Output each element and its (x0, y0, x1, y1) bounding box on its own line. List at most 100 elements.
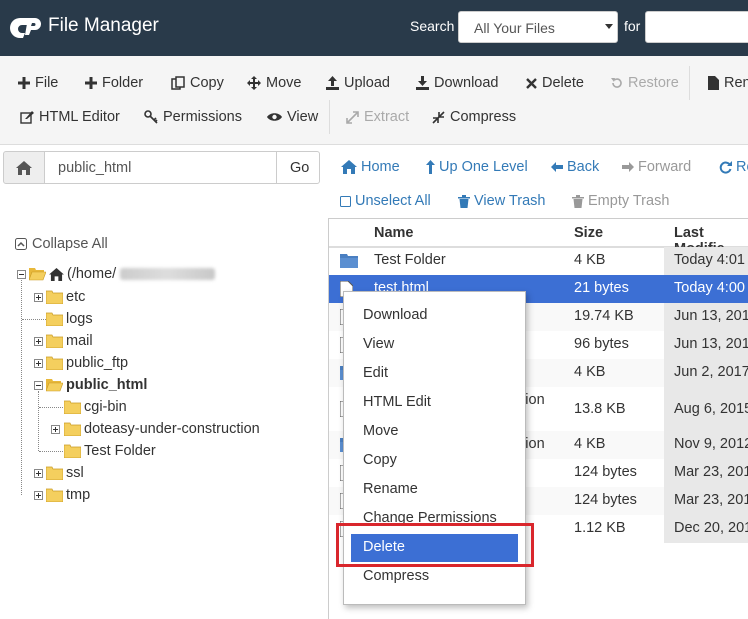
nav-reload-link[interactable]: Re (719, 159, 748, 175)
menu-item-view[interactable]: View (363, 336, 394, 352)
tree-node-public-ftp[interactable]: public_ftp (46, 355, 128, 371)
tree-node-doteasy[interactable]: doteasy-under-construction (64, 421, 260, 437)
search-input[interactable] (645, 11, 748, 43)
search-label: Search (410, 18, 455, 34)
tree-node-etc[interactable]: etc (46, 289, 85, 305)
nav-home-link[interactable]: Home (341, 159, 400, 175)
tree-expand-toggle[interactable] (34, 359, 43, 368)
go-button[interactable]: Go (276, 151, 320, 184)
restore-label: Restore (628, 75, 679, 91)
tree-expand-toggle[interactable] (34, 337, 43, 346)
file-size: 4 KB (574, 252, 606, 268)
trash-icon (572, 194, 584, 208)
file-modified: Today 4:00 (674, 280, 745, 296)
restore-icon (611, 78, 622, 88)
nav-forward-link[interactable]: Forward (622, 159, 691, 175)
plus-icon (18, 77, 30, 89)
empty-trash-link[interactable]: Empty Trash (572, 193, 669, 209)
tree-expand-toggle[interactable] (51, 425, 60, 434)
tree-expand-toggle[interactable] (34, 293, 43, 302)
extract-button[interactable]: Extract (346, 106, 409, 128)
home-icon (16, 160, 32, 175)
tree-node-label: doteasy-under-construction (84, 421, 260, 437)
tree-node-logs[interactable]: logs (46, 311, 93, 327)
restore-button[interactable]: Restore (611, 72, 679, 94)
tree-node-label: ssl (66, 465, 84, 481)
path-input[interactable]: public_html (44, 151, 277, 184)
tree-node-label: public_ftp (66, 355, 129, 371)
file-size: 124 bytes (574, 492, 637, 508)
file-modified: Aug 6, 2015 (674, 401, 748, 417)
table-row[interactable]: Test Folder 4 KB Today 4:01 (329, 247, 748, 275)
search-scope-select[interactable]: All Your Files (458, 11, 618, 43)
tree-node-tmp[interactable]: tmp (46, 487, 90, 503)
column-header-size[interactable]: Size (574, 225, 603, 241)
nav-back-link[interactable]: Back (551, 159, 599, 175)
eye-icon (267, 113, 282, 121)
column-header-name[interactable]: Name (374, 225, 414, 241)
rename-button[interactable]: Ren (708, 72, 748, 94)
new-folder-button[interactable]: Folder (85, 72, 143, 94)
tree-expand-toggle[interactable] (34, 491, 43, 500)
cpanel-logo[interactable] (10, 14, 42, 40)
file-modified: Mar 23, 201 (674, 464, 748, 480)
nav-up-link[interactable]: Up One Level (426, 159, 528, 175)
upload-button[interactable]: Upload (326, 72, 390, 94)
file-size: 19.74 KB (574, 308, 634, 324)
tree-collapse-toggle[interactable] (34, 381, 43, 390)
view-trash-link[interactable]: View Trash (458, 193, 545, 209)
tree-node-label: Test Folder (84, 443, 156, 459)
move-label: Move (266, 75, 302, 91)
menu-item-edit[interactable]: Edit (363, 365, 388, 381)
toolbar-divider (689, 66, 690, 100)
toolbar (0, 56, 748, 145)
move-button[interactable]: Move (247, 72, 301, 94)
menu-item-html-edit[interactable]: HTML Edit (363, 394, 431, 410)
collapse-all-link[interactable]: Collapse All (15, 236, 108, 252)
arrow-up-icon (426, 160, 435, 174)
tree-node-label: tmp (66, 487, 91, 503)
tree-node-public-html[interactable]: public_html (46, 377, 147, 393)
nav-home-label: Home (361, 159, 400, 175)
tree-collapse-toggle[interactable] (17, 270, 26, 279)
download-label: Download (434, 75, 499, 91)
path-home-button[interactable] (3, 151, 45, 184)
delete-button[interactable]: Delete (526, 72, 584, 94)
folder-icon (64, 422, 81, 436)
download-icon (416, 76, 429, 90)
copy-button[interactable]: Copy (171, 72, 224, 94)
file-modified: Nov 9, 2012 (674, 436, 748, 452)
view-trash-label: View Trash (474, 193, 546, 209)
plus-icon (85, 77, 97, 89)
arrow-left-icon (551, 162, 563, 172)
unselect-all-link[interactable]: Unselect All (340, 193, 431, 209)
tree-node-cgi-bin[interactable]: cgi-bin (64, 399, 127, 415)
download-button[interactable]: Download (416, 72, 499, 94)
file-modified: Today 4:01 (674, 252, 745, 268)
tree-node-test-folder[interactable]: Test Folder (64, 443, 156, 459)
menu-item-compress[interactable]: Compress (363, 568, 429, 584)
file-modified: Jun 13, 201 (674, 336, 748, 352)
tree-node-root[interactable]: (/home/ (29, 266, 116, 282)
html-editor-button[interactable]: HTML Editor (20, 106, 120, 128)
menu-item-download[interactable]: Download (363, 307, 428, 323)
view-button[interactable]: View (267, 106, 318, 128)
upload-icon (326, 76, 339, 90)
compress-button[interactable]: Compress (432, 106, 516, 128)
home-icon (341, 160, 357, 174)
permissions-button[interactable]: Permissions (144, 106, 242, 128)
file-size: 1.12 KB (574, 520, 626, 536)
menu-item-rename[interactable]: Rename (363, 481, 418, 497)
refresh-icon (719, 160, 732, 173)
folder-icon (46, 466, 63, 480)
tree-node-mail[interactable]: mail (46, 333, 93, 349)
tree-connector (38, 391, 39, 451)
new-file-button[interactable]: File (18, 72, 58, 94)
menu-item-copy[interactable]: Copy (363, 452, 397, 468)
tree-node-ssl[interactable]: ssl (46, 465, 84, 481)
file-size: 96 bytes (574, 336, 629, 352)
tree-expand-toggle[interactable] (34, 469, 43, 478)
compress-icon (432, 110, 445, 124)
nav-up-label: Up One Level (439, 159, 528, 175)
menu-item-move[interactable]: Move (363, 423, 398, 439)
